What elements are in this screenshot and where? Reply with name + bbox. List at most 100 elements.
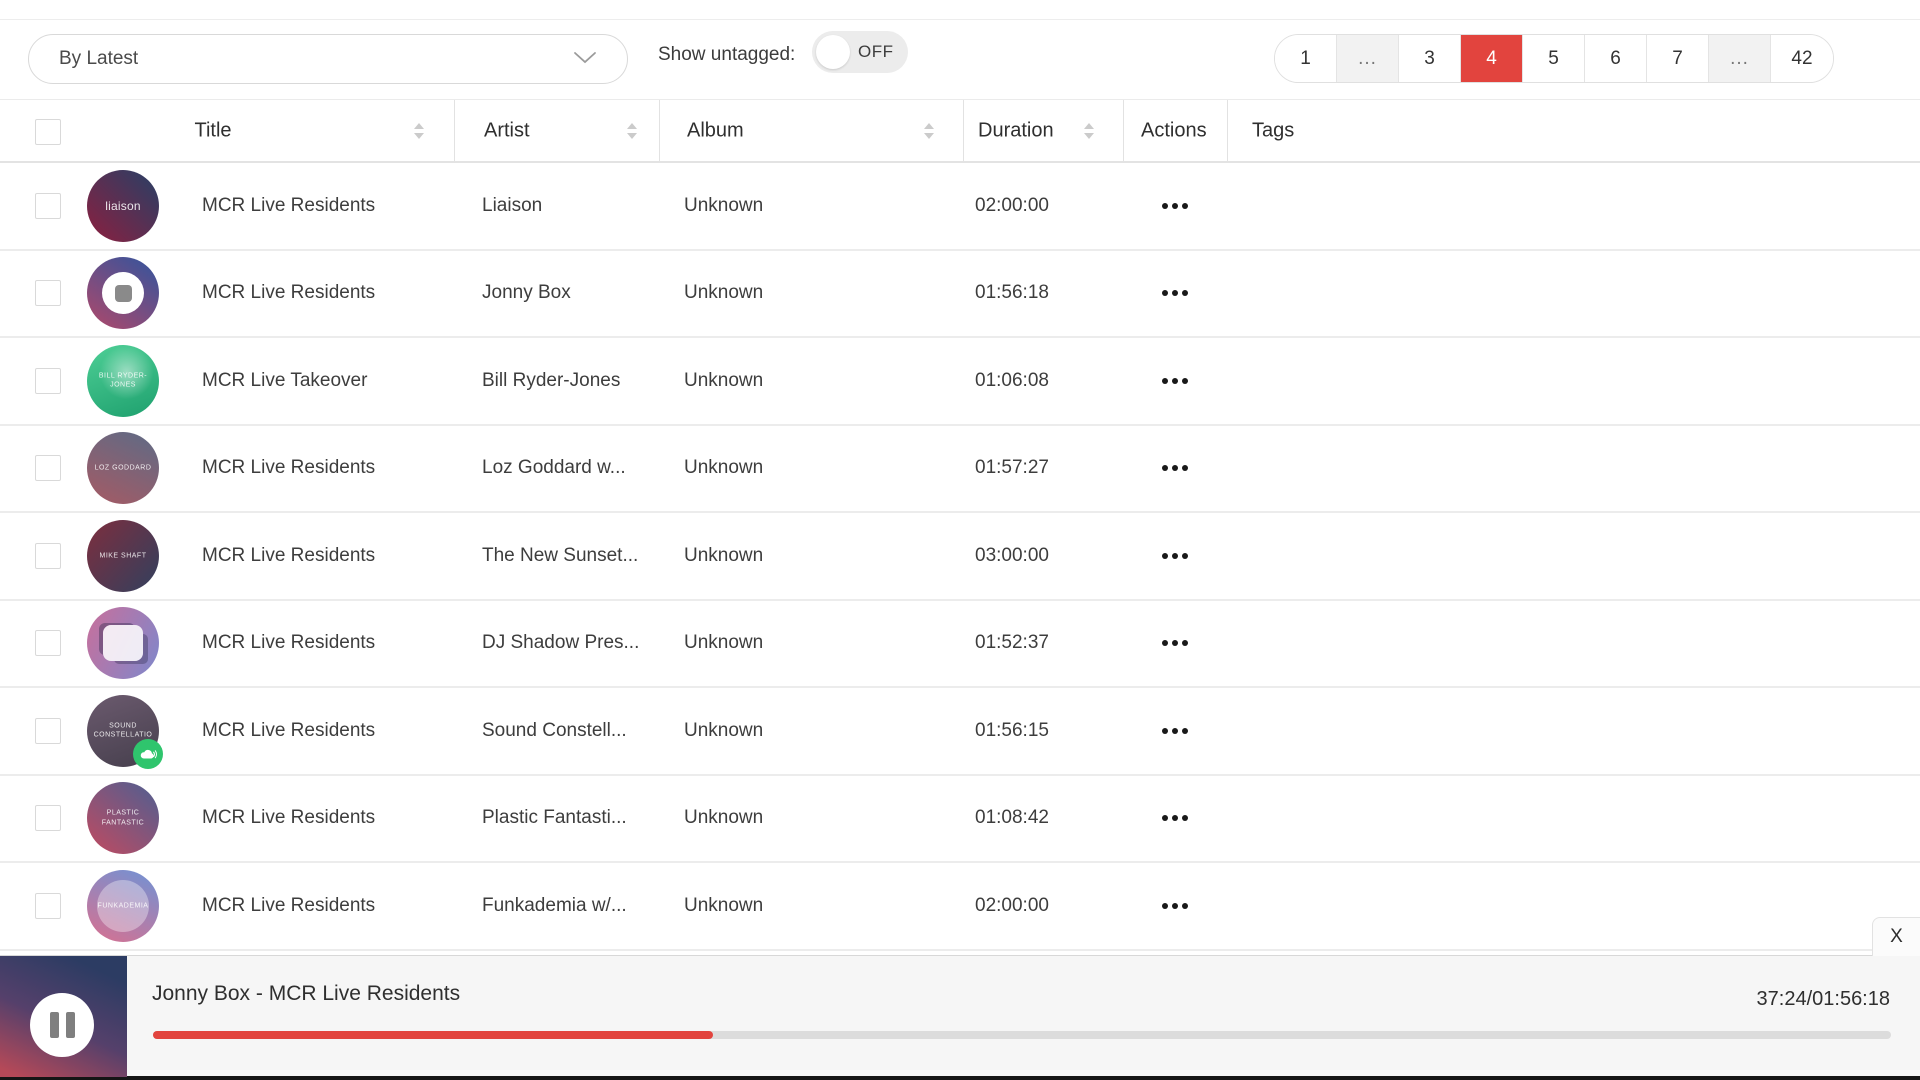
row-actions-button[interactable] [1162, 902, 1188, 909]
row-actions-button[interactable] [1162, 465, 1188, 472]
top-divider [0, 19, 1920, 20]
soundcloud-badge-icon [133, 738, 163, 769]
track-artwork[interactable]: LOZ GODDARD [87, 432, 159, 505]
track-album: Unknown [684, 194, 764, 216]
sort-dropdown-value: By Latest [59, 48, 139, 69]
track-album: Unknown [684, 719, 764, 741]
page-button-5[interactable]: 5 [1523, 35, 1585, 82]
artwork-label: BILL RYDER-JONES [98, 372, 148, 389]
track-title: MCR Live Residents [202, 457, 376, 479]
row-actions-button[interactable] [1162, 727, 1188, 734]
sort-title-icon[interactable] [412, 122, 426, 140]
track-artwork[interactable]: SOUND CONSTELLATIO [87, 694, 163, 769]
track-artist: Jonny Box [482, 282, 571, 304]
track-duration: 02:00:00 [975, 194, 1049, 216]
column-header-artist[interactable]: Artist [484, 119, 530, 142]
row-actions-button[interactable] [1162, 202, 1188, 209]
row-checkbox[interactable] [35, 717, 61, 744]
table-row: MCR Live Residents Jonny Box Unknown 01:… [0, 250, 1920, 338]
track-artist: Sound Constell... [482, 719, 627, 741]
page-button-3[interactable]: 3 [1399, 35, 1461, 82]
row-checkbox[interactable] [35, 280, 61, 307]
row-actions-button[interactable] [1162, 552, 1188, 559]
column-header-duration[interactable]: Duration [978, 119, 1054, 142]
column-header-title[interactable]: Title [194, 119, 231, 142]
artwork-label: LOZ GODDARD [94, 464, 152, 472]
row-checkbox[interactable] [35, 630, 61, 657]
track-album: Unknown [684, 894, 764, 916]
artwork-label: SOUND CONSTELLATIO [93, 722, 153, 739]
track-table-body: liaison MCR Live Residents Liaison Unkno… [0, 163, 1920, 951]
row-actions-button[interactable] [1162, 815, 1188, 822]
header-divider [659, 100, 660, 161]
table-row: LOZ GODDARD MCR Live Residents Loz Godda… [0, 425, 1920, 513]
page-button-4[interactable]: 4 [1461, 35, 1523, 82]
artwork-label: MIKE SHAFT [99, 552, 147, 560]
track-tags [1227, 163, 1920, 249]
header-divider [963, 100, 964, 161]
track-artwork[interactable]: PLASTIC FANTASTIC [87, 782, 159, 855]
track-tags [1227, 863, 1920, 949]
table-row: liaison MCR Live Residents Liaison Unkno… [0, 163, 1920, 251]
page-button-7[interactable]: 7 [1647, 35, 1709, 82]
row-actions-button[interactable] [1162, 290, 1188, 297]
track-title: MCR Live Residents [202, 719, 376, 741]
track-album: Unknown [684, 632, 764, 654]
track-artist: Liaison [482, 194, 543, 216]
show-untagged-toggle[interactable]: OFF [812, 31, 908, 73]
track-artwork[interactable]: funkademia [87, 869, 159, 942]
header-divider [1123, 100, 1124, 161]
track-tags [1227, 426, 1920, 512]
pause-button[interactable] [30, 993, 94, 1057]
row-actions-button[interactable] [1162, 377, 1188, 384]
header-divider [454, 100, 455, 161]
track-title: MCR Live Residents [202, 632, 376, 654]
stop-icon[interactable] [102, 272, 144, 315]
stop-square [114, 284, 132, 302]
track-album: Unknown [684, 807, 764, 829]
row-actions-button[interactable] [1162, 640, 1188, 647]
row-checkbox[interactable] [35, 367, 61, 394]
page-button-6[interactable]: 6 [1585, 35, 1647, 82]
column-header-album[interactable]: Album [687, 119, 744, 142]
track-album: Unknown [684, 369, 764, 391]
artwork-label: PLASTIC FANTASTIC [101, 809, 145, 827]
row-checkbox[interactable] [35, 805, 61, 832]
page-button-1[interactable]: 1 [1275, 35, 1337, 82]
header-divider [1227, 100, 1228, 161]
track-title: MCR Live Residents [202, 807, 376, 829]
row-checkbox[interactable] [35, 455, 61, 482]
column-header-actions: Actions [1141, 119, 1207, 141]
track-artwork[interactable]: liaison [87, 169, 159, 242]
sort-artist-icon[interactable] [625, 122, 639, 140]
track-duration: 01:57:27 [975, 457, 1049, 479]
track-duration: 01:56:18 [975, 282, 1049, 304]
row-checkbox[interactable] [35, 192, 61, 219]
select-all-checkbox[interactable] [35, 119, 61, 145]
sort-album-icon[interactable] [922, 122, 936, 140]
table-row: MIKE SHAFT MCR Live Residents The New Su… [0, 513, 1920, 601]
toggle-state-label: OFF [858, 42, 894, 61]
track-tags [1227, 513, 1920, 599]
sort-duration-icon[interactable] [1082, 122, 1096, 140]
player-bar: Jonny Box - MCR Live Residents 37:24/01:… [0, 955, 1920, 1077]
page-button-42[interactable]: 42 [1771, 35, 1833, 82]
track-artist: Plastic Fantasti... [482, 807, 627, 829]
track-artwork[interactable]: BILL RYDER-JONES [87, 344, 159, 417]
track-artwork[interactable]: MIKE SHAFT [87, 519, 159, 592]
track-duration: 02:00:00 [975, 894, 1049, 916]
player-close-button[interactable]: X [1872, 917, 1920, 956]
progress-bar[interactable] [153, 1031, 1891, 1039]
sort-dropdown[interactable]: By Latest [28, 34, 628, 84]
track-artwork[interactable] [87, 607, 159, 680]
pagination-ellipsis: ... [1337, 35, 1399, 82]
track-title: MCR Live Residents [202, 894, 376, 916]
track-tags [1227, 776, 1920, 862]
row-checkbox[interactable] [35, 892, 61, 919]
row-checkbox[interactable] [35, 542, 61, 569]
track-album: Unknown [684, 544, 764, 566]
track-artist: Loz Goddard w... [482, 457, 626, 479]
track-artwork[interactable] [87, 257, 159, 330]
progress-fill [153, 1031, 713, 1039]
track-title: MCR Live Takeover [202, 369, 368, 391]
